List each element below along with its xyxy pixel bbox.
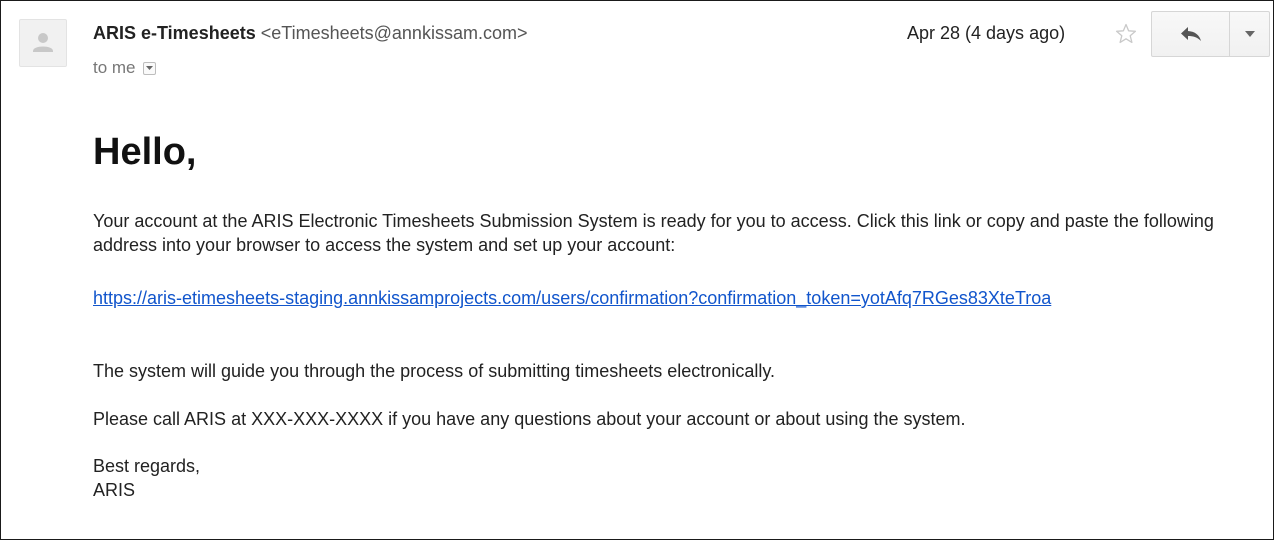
reply-button-group: [1151, 11, 1270, 57]
person-icon: [33, 33, 53, 52]
more-actions-button[interactable]: [1230, 12, 1269, 56]
closing-text: Best regards,: [93, 456, 201, 476]
reply-button[interactable]: [1152, 12, 1230, 56]
signature-name: ARIS: [93, 480, 136, 500]
star-icon[interactable]: [1114, 22, 1138, 46]
recipient-line: to me: [93, 58, 156, 78]
email-greeting: Hello,: [93, 131, 197, 173]
body-paragraph-contact: Please call ARIS at XXX-XXX-XXXX if you …: [93, 409, 966, 429]
recipient-label: to me: [93, 58, 136, 77]
email-message: ARIS e-Timesheets <eTimesheets@annkissam…: [0, 0, 1274, 540]
message-date: Apr 28 (4 days ago): [907, 23, 1066, 43]
sender-email[interactable]: <eTimesheets@annkissam.com>: [261, 23, 528, 43]
confirmation-link[interactable]: https://aris-etimesheets-staging.annkiss…: [93, 286, 1093, 310]
chevron-down-icon: [145, 66, 153, 70]
caret-down-icon: [1244, 31, 1255, 37]
sender-avatar[interactable]: [19, 19, 67, 67]
recipient-details-button[interactable]: [142, 61, 156, 75]
sender-name[interactable]: ARIS e-Timesheets: [93, 23, 256, 43]
sender-line: ARIS e-Timesheets <eTimesheets@annkissam…: [93, 23, 527, 44]
reply-icon: [1180, 27, 1201, 41]
body-paragraph-guide: The system will guide you through the pr…: [93, 361, 775, 381]
body-paragraph-intro: Your account at the ARIS Electronic Time…: [93, 211, 1214, 255]
email-signature: Best regards, ARIS: [93, 454, 200, 502]
